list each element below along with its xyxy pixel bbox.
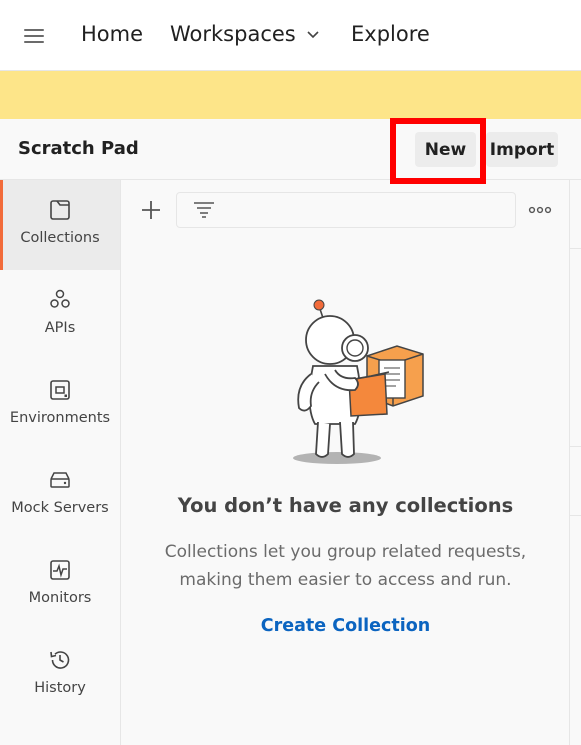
notification-banner [0, 71, 581, 119]
sidebar-item-label: APIs [44, 320, 76, 336]
empty-state-title: You don’t have any collections [177, 494, 514, 517]
workspace-header: Scratch Pad New Import [0, 119, 581, 180]
panel-divider [569, 180, 570, 745]
sidebar-item-environments[interactable]: Environments [0, 360, 120, 450]
sidebar-item-label: Monitors [28, 590, 92, 606]
collections-icon [50, 200, 70, 220]
mock-servers-icon [50, 472, 70, 488]
divider-tick [570, 515, 581, 516]
sidebar-item-collections[interactable]: Collections [0, 180, 120, 270]
menu-icon[interactable] [24, 29, 44, 43]
nav-workspaces-label: Workspaces [170, 22, 296, 46]
new-button[interactable]: New [415, 132, 476, 167]
empty-state-desc-line: making them easier to access and run. [179, 570, 512, 590]
divider-tick [570, 248, 581, 249]
page-title: Scratch Pad [18, 138, 139, 159]
sidebar-item-label: Environments [9, 410, 111, 426]
sidebar-item-mock-servers[interactable]: Mock Servers [0, 450, 120, 540]
add-icon[interactable] [140, 199, 162, 221]
nav-home[interactable]: Home [81, 22, 143, 46]
import-button[interactable]: Import [486, 132, 558, 167]
nav-explore[interactable]: Explore [351, 22, 430, 46]
sidebar-item-history[interactable]: History [0, 630, 120, 720]
sidebar-item-monitors[interactable]: Monitors [0, 540, 120, 630]
nav-workspaces[interactable]: Workspaces [170, 22, 320, 46]
filter-icon [194, 202, 214, 218]
sidebar-item-label: History [34, 680, 86, 696]
divider-tick [570, 446, 581, 447]
top-nav-bar: Home Workspaces Explore [0, 0, 581, 71]
astronaut-illustration-icon [293, 299, 424, 464]
empty-state-description: Collections let you group related reques… [122, 538, 569, 594]
chevron-down-icon [307, 31, 319, 39]
monitors-icon [50, 560, 70, 580]
sidebar: Collections APIs Environments Mock Serve… [0, 180, 121, 745]
create-collection-link[interactable]: Create Collection [122, 616, 569, 636]
more-options-icon[interactable] [528, 204, 552, 216]
environments-icon [50, 380, 70, 400]
history-icon [50, 651, 70, 669]
sidebar-item-apis[interactable]: APIs [0, 270, 120, 360]
sidebar-item-label: Collections [20, 230, 100, 246]
search-filter-input[interactable] [176, 192, 516, 228]
sidebar-item-label: Mock Servers [11, 500, 109, 516]
empty-state-desc-line: Collections let you group related reques… [164, 542, 527, 562]
apis-icon [50, 289, 70, 308]
